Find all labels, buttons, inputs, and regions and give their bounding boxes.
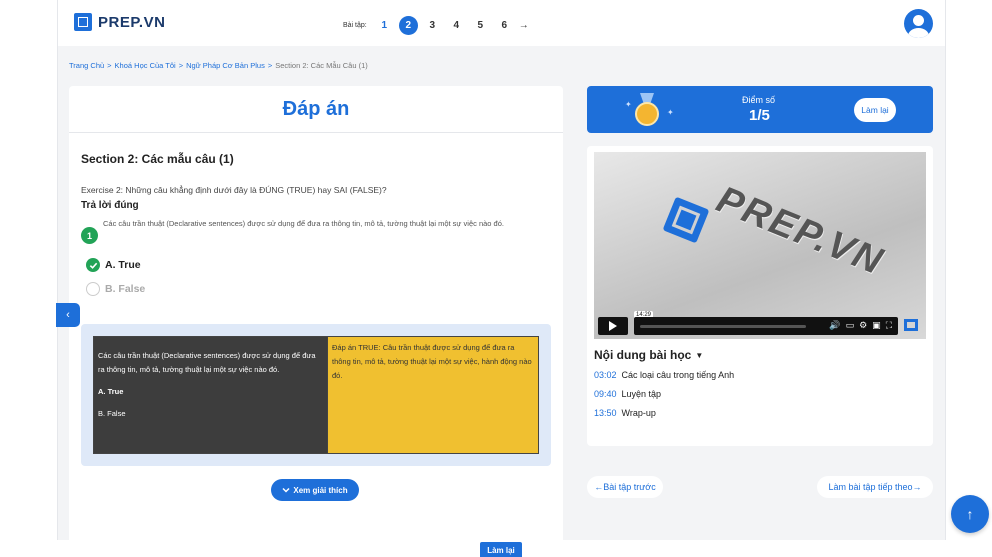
pager-label: Bài tập: (343, 22, 367, 29)
chapter-item[interactable]: 09:40 Luyện tập (594, 389, 661, 399)
left-margin (0, 0, 58, 557)
lesson-content-toggle[interactable]: Nội dung bài học ▼ (594, 348, 703, 362)
question-number-badge: 1 (81, 227, 98, 244)
medal-icon (632, 93, 662, 127)
breadcrumb-separator: > (267, 61, 273, 70)
collapse-sidebar-button[interactable]: ‹ (56, 303, 80, 327)
breadcrumb-separator: > (178, 61, 184, 70)
pager-next-arrow-icon[interactable]: → (519, 20, 529, 31)
explanation-question: Các câu trần thuật (Declarative sentence… (98, 351, 316, 374)
previous-exercise-button[interactable]: ←Bài tập trước (587, 476, 663, 498)
explanation-answer-cell: Đáp án TRUE: Câu trần thuật được sử dụng… (327, 337, 538, 453)
right-margin (945, 0, 992, 557)
fullscreen-icon[interactable]: ⛶ (886, 320, 892, 331)
breadcrumb-my-courses[interactable]: Khoá Học Của Tôi (115, 61, 176, 70)
logo-text: PREP.VN (98, 13, 166, 31)
chapter-item[interactable]: 13:50 Wrap-up (594, 408, 656, 418)
chapter-item[interactable]: 03:02 Các loại câu trong tiếng Anh (594, 370, 734, 380)
radio-empty-icon (86, 282, 100, 296)
next-exercise-button[interactable]: Làm bài tập tiếp theo→ (817, 476, 933, 498)
sparkle-icon: ✦ (667, 108, 674, 117)
view-explanation-button[interactable]: Xem giải thích (271, 479, 359, 501)
explanation-question-cell: Các câu trần thuật (Declarative sentence… (94, 337, 327, 453)
exercise-pager: Bài tập: 1 2 3 4 5 6 → (343, 16, 529, 35)
pager-page-4[interactable]: 4 (447, 16, 466, 35)
breadcrumb-current: Section 2: Các Mẫu Câu (1) (275, 61, 368, 70)
view-explanation-label: Xem giải thích (293, 485, 348, 495)
check-circle-icon (86, 258, 100, 272)
explanation-option-a: A. True (98, 387, 124, 396)
exercise-prompt: Exercise 2: Những câu khẳng định dưới đâ… (81, 185, 387, 195)
sparkle-icon: ✦ (625, 100, 632, 109)
bottom-retry-button[interactable]: Làm lại (480, 542, 522, 557)
chapter-time[interactable]: 13:50 (594, 408, 617, 418)
control-icons: 🔊 ▭ ⚙ ▣ ⛶ (829, 320, 892, 331)
explanation-table: Các câu trần thuật (Declarative sentence… (93, 336, 539, 454)
play-button[interactable] (598, 317, 628, 335)
breadcrumb-course[interactable]: Ngữ Pháp Cơ Bản Plus (186, 61, 265, 70)
user-avatar[interactable] (904, 9, 933, 38)
breadcrumb-separator: > (107, 61, 112, 70)
page-title: Đáp án (282, 97, 350, 120)
lesson-content-title: Nội dung bài học (594, 348, 692, 362)
section-title: Section 2: Các mẫu câu (1) (81, 152, 234, 166)
pager-page-3[interactable]: 3 (423, 16, 442, 35)
explanation-option-b: B. False (98, 409, 126, 418)
video-card: PREP.VN 14:29 🔊 ▭ ⚙ ▣ ⛶ Nội dung bài học… (587, 146, 933, 446)
video-player[interactable]: PREP.VN 14:29 🔊 ▭ ⚙ ▣ ⛶ (594, 152, 926, 339)
video-watermark: PREP.VN (710, 178, 890, 284)
caret-down-icon: ▼ (695, 350, 704, 360)
scroll-to-top-button[interactable]: ↑ (951, 495, 989, 533)
score-label: Điểm số (742, 95, 776, 105)
video-controls: 14:29 🔊 ▭ ⚙ ▣ ⛶ (594, 311, 926, 339)
score-value: 1/5 (749, 107, 770, 124)
answer-panel: Đáp án Section 2: Các mẫu câu (1) Exerci… (69, 86, 563, 546)
chapter-time[interactable]: 03:02 (594, 370, 617, 380)
answer-status: Trả lời đúng (81, 200, 139, 211)
arrow-up-icon: ↑ (966, 506, 974, 522)
question-text: Các câu trần thuật (Declarative sentence… (103, 219, 504, 228)
answer-title-bar: Đáp án (69, 86, 563, 133)
score-card: ✦ ✦ Điểm số 1/5 Làm lại (587, 86, 933, 133)
option-a[interactable]: A. True (86, 258, 141, 272)
prep-logo-icon (662, 196, 710, 244)
pager-page-6[interactable]: 6 (495, 16, 514, 35)
chapter-name: Các loại câu trong tiếng Anh (621, 370, 735, 380)
miniplayer-icon[interactable]: ▣ (872, 320, 881, 331)
captions-icon[interactable]: ▭ (846, 320, 855, 331)
option-b[interactable]: B. False (86, 282, 145, 296)
chapter-time[interactable]: 09:40 (594, 389, 617, 399)
pager-page-1[interactable]: 1 (375, 16, 394, 35)
option-a-label: A. True (105, 259, 141, 271)
control-bar: 🔊 ▭ ⚙ ▣ ⛶ (634, 317, 898, 335)
retry-button[interactable]: Làm lại (854, 98, 896, 122)
chapter-name: Luyện tập (621, 389, 662, 399)
breadcrumb-home[interactable]: Trang Chủ (69, 61, 104, 70)
top-header: PREP.VN Bài tập: 1 2 3 4 5 6 → (58, 0, 945, 46)
seek-bar[interactable] (640, 325, 806, 328)
explanation-box: Các câu trần thuật (Declarative sentence… (81, 324, 551, 466)
chapter-name: Wrap-up (621, 408, 656, 418)
brand-logo[interactable]: PREP.VN (74, 13, 165, 31)
volume-icon[interactable]: 🔊 (829, 320, 840, 331)
logo-icon (74, 13, 92, 31)
chevron-down-icon (282, 487, 290, 493)
settings-gear-icon[interactable]: ⚙ (859, 320, 867, 331)
play-icon (609, 321, 617, 331)
pager-page-5[interactable]: 5 (471, 16, 490, 35)
option-b-label: B. False (105, 283, 146, 295)
chevron-left-icon: ‹ (66, 309, 70, 321)
pager-page-2[interactable]: 2 (398, 16, 418, 35)
breadcrumb: Trang Chủ > Khoá Học Của Tôi > Ngữ Pháp Cơ… (69, 61, 368, 70)
